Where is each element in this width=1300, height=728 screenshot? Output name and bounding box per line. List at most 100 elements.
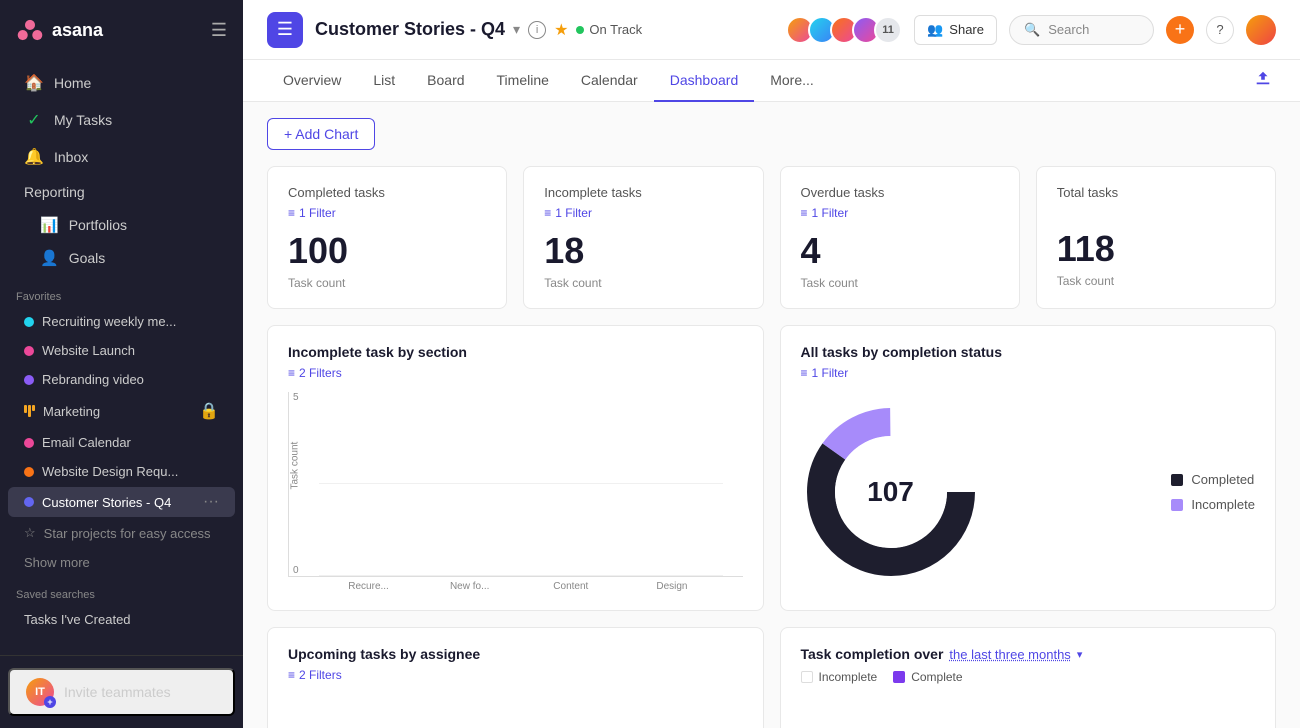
tab-list[interactable]: List — [357, 60, 411, 102]
invite-plus-icon: + — [44, 696, 56, 708]
tab-dashboard[interactable]: Dashboard — [654, 60, 755, 102]
favorites-label: Favorites — [0, 279, 243, 307]
project-star-icon[interactable]: ★ — [554, 20, 568, 40]
nav-tabs: Overview List Board Timeline Calendar Da… — [243, 60, 1300, 102]
completion-chart-card: Task completion over the last three mont… — [780, 627, 1277, 728]
user-avatar[interactable] — [1246, 15, 1276, 45]
favorites-item-website-launch[interactable]: Website Launch — [8, 337, 235, 364]
upcoming-chart-title: Upcoming tasks by assignee — [288, 646, 743, 662]
stat-title-incomplete: Incomplete tasks — [544, 185, 742, 200]
legend-dot-completed — [1171, 474, 1183, 486]
sidebar-item-inbox-label: Inbox — [54, 149, 88, 165]
topbar: ☰ Customer Stories - Q4 ▾ i ★ On Track 1… — [243, 0, 1300, 60]
bar-filter-icon: ≡ — [288, 366, 295, 380]
show-more-label: Show more — [24, 555, 90, 570]
add-chart-button[interactable]: + Add Chart — [267, 118, 375, 150]
saved-searches-label: Saved searches — [16, 589, 95, 601]
project-info-icon[interactable]: i — [528, 21, 546, 39]
sidebar-item-home[interactable]: 🏠 Home — [8, 65, 235, 101]
filter-icon-2: ≡ — [801, 206, 808, 220]
asana-logo[interactable]: asana — [16, 16, 103, 44]
stat-filter-overdue[interactable]: ≡ 1 Filter — [801, 206, 999, 220]
favorites-item-customer-stories[interactable]: Customer Stories - Q4 ··· — [8, 487, 235, 517]
tab-more[interactable]: More... — [754, 60, 830, 102]
sidebar-item-my-tasks-label: My Tasks — [54, 112, 112, 128]
x-label-0: Recure... — [318, 581, 419, 592]
invite-teammates-button[interactable]: IT + Invite teammates — [8, 668, 235, 716]
y-label-0: 0 — [293, 565, 299, 576]
status-text: On Track — [589, 22, 642, 37]
completion-title: Task completion over — [801, 646, 944, 662]
upcoming-chart-filter[interactable]: ≡ 2 Filters — [288, 668, 743, 682]
stat-filter-total-spacer — [1057, 206, 1255, 228]
sidebar-item-inbox[interactable]: 🔔 Inbox — [8, 139, 235, 175]
status-badge: On Track — [576, 22, 642, 37]
saved-search-tasks-created[interactable]: Tasks I've Created — [8, 606, 235, 633]
share-button[interactable]: 👥 Share — [914, 15, 997, 45]
sidebar-item-goals[interactable]: 👤 Goals — [8, 242, 235, 274]
avatars-group: 11 — [786, 16, 902, 44]
y-axis-labels: 5 0 — [293, 392, 299, 576]
tab-timeline[interactable]: Timeline — [481, 60, 565, 102]
favorites-item-rebranding-label: Rebranding video — [42, 372, 144, 387]
completion-period[interactable]: the last three months — [949, 647, 1070, 662]
favorites-item-email-calendar[interactable]: Email Calendar — [8, 429, 235, 456]
goals-icon: 👤 — [40, 249, 59, 267]
sidebar-item-portfolios[interactable]: 📊 Portfolios — [8, 209, 235, 241]
bar-chart-filter[interactable]: ≡ 2 Filters — [288, 366, 743, 380]
create-button[interactable]: + — [1166, 16, 1194, 44]
favorites-item-website-launch-label: Website Launch — [42, 343, 135, 358]
portfolios-icon: 📊 — [40, 216, 59, 234]
donut-chart-filter[interactable]: ≡ 1 Filter — [801, 366, 1256, 380]
dashboard-content: + Add Chart Completed tasks ≡ 1 Filter 1… — [243, 102, 1300, 728]
title-dropdown-icon[interactable]: ▾ — [513, 21, 520, 38]
favorites-item-website-design[interactable]: Website Design Requ... — [8, 458, 235, 485]
marketing-bar-icon — [24, 405, 35, 417]
x-label-2: Content — [520, 581, 621, 592]
tc-legend-complete: Complete — [893, 670, 962, 684]
filter-label-1: 1 Filter — [555, 206, 592, 220]
export-icon[interactable] — [1250, 65, 1276, 96]
favorites-item-recruiting-label: Recruiting weekly me... — [42, 314, 176, 329]
sidebar-item-my-tasks[interactable]: ✓ My Tasks — [8, 102, 235, 138]
project-title-area: Customer Stories - Q4 ▾ i ★ On Track — [315, 19, 642, 40]
favorites-item-rebranding[interactable]: Rebranding video — [8, 366, 235, 393]
tab-board[interactable]: Board — [411, 60, 480, 102]
favorites-item-marketing[interactable]: Marketing 🔒 — [8, 395, 235, 427]
project-icon-button[interactable]: ☰ — [267, 12, 303, 48]
show-more-link[interactable]: Show more — [8, 549, 235, 576]
stat-number-overdue: 4 — [801, 230, 999, 272]
completion-period-caret[interactable]: ▾ — [1077, 648, 1083, 661]
bar-chart-area: Task count 5 0 — [288, 392, 743, 592]
tab-overview[interactable]: Overview — [267, 60, 357, 102]
completion-header: Task completion over the last three mont… — [801, 646, 1256, 662]
help-button[interactable]: ? — [1206, 16, 1234, 44]
stat-filter-incomplete[interactable]: ≡ 1 Filter — [544, 206, 742, 220]
star-projects-label: Star projects for easy access — [44, 526, 211, 541]
sidebar-item-goals-label: Goals — [69, 250, 106, 266]
share-label: Share — [949, 22, 984, 37]
stat-title-completed: Completed tasks — [288, 185, 486, 200]
legend-label-incomplete: Incomplete — [1191, 497, 1255, 512]
star-projects-item: ☆ Star projects for easy access — [8, 519, 235, 547]
bar-chart-title: Incomplete task by section — [288, 344, 743, 360]
search-bar[interactable]: 🔍 Search — [1009, 15, 1154, 45]
favorites-item-recruiting[interactable]: Recruiting weekly me... — [8, 308, 235, 335]
stat-filter-completed[interactable]: ≡ 1 Filter — [288, 206, 486, 220]
sidebar-item-home-label: Home — [54, 75, 91, 91]
menu-icon[interactable]: ☰ — [211, 20, 227, 41]
legend-label-completed: Completed — [1191, 472, 1254, 487]
filter-label-2: 1 Filter — [812, 206, 849, 220]
donut-chart: 107 — [801, 402, 981, 582]
x-label-1: New fo... — [419, 581, 520, 592]
x-axis-labels: Recure... New fo... Content Design — [288, 581, 743, 592]
filter-icon-0: ≡ — [288, 206, 295, 220]
donut-chart-card: All tasks by completion status ≡ 1 Filte… — [780, 325, 1277, 611]
search-placeholder: Search — [1048, 22, 1089, 37]
stat-title-total: Total tasks — [1057, 185, 1255, 200]
check-icon: ✓ — [24, 110, 44, 130]
charts-row: Incomplete task by section ≡ 2 Filters T… — [267, 325, 1276, 611]
customer-stories-more-icon[interactable]: ··· — [203, 493, 219, 511]
tab-calendar[interactable]: Calendar — [565, 60, 654, 102]
share-icon: 👥 — [927, 22, 943, 38]
